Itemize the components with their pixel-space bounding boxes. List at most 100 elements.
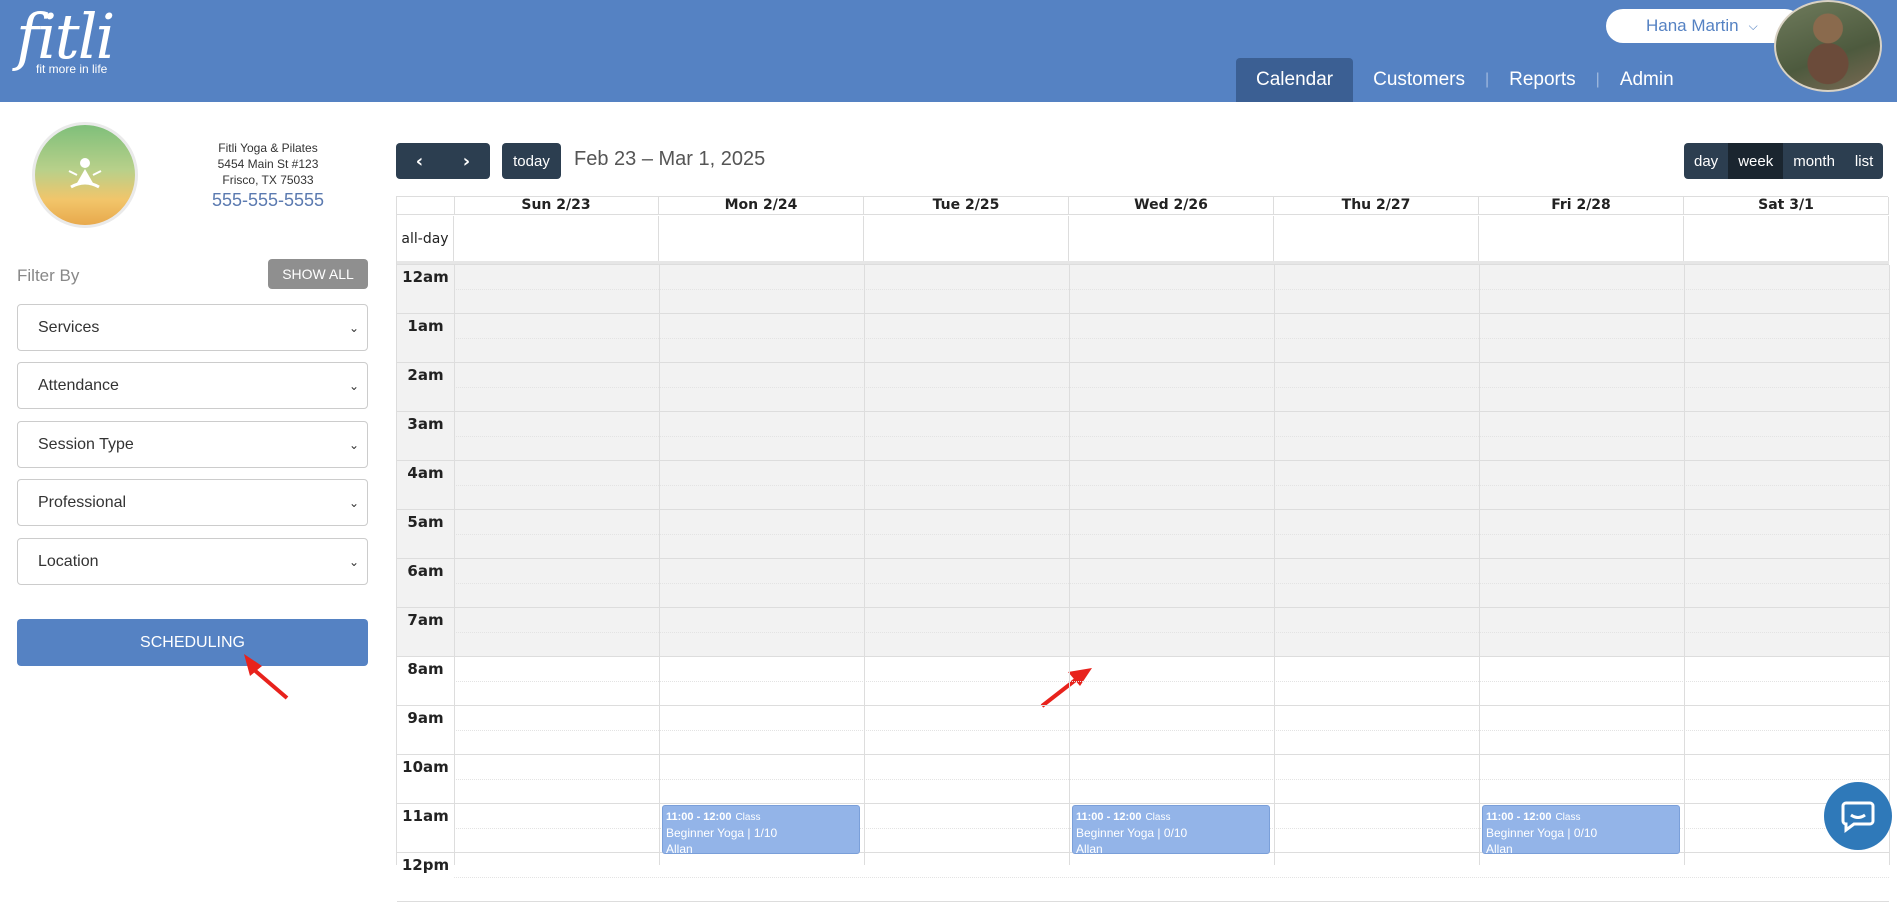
location-select[interactable]: Location ⌄: [17, 538, 368, 585]
day-header[interactable]: Tue 2/25: [864, 197, 1069, 215]
hour-row[interactable]: 9am: [397, 706, 1889, 755]
main-nav: Calendar Customers | Reports | Admin: [1236, 58, 1694, 102]
half-hour-line: [454, 436, 1889, 437]
event-time: 11:00 - 12:00: [1076, 811, 1142, 823]
all-day-cell[interactable]: [1479, 216, 1684, 261]
event-instructor: Allan: [1076, 842, 1103, 854]
select-label: Services: [38, 318, 100, 336]
day-header[interactable]: Sun 2/23: [454, 197, 659, 215]
hour-label: 2am: [407, 366, 444, 384]
hour-row[interactable]: 5am: [397, 510, 1889, 559]
day-header[interactable]: Sat 3/1: [1684, 197, 1889, 215]
view-list[interactable]: list: [1845, 143, 1883, 179]
studio-address-line1: 5454 Main St #123: [217, 157, 319, 171]
prev-next-group: ‹ ›: [396, 143, 490, 179]
logo-tagline: fit more in life: [36, 62, 108, 76]
hour-row[interactable]: 7am: [397, 608, 1889, 657]
half-hour-line: [454, 779, 1889, 780]
hour-row[interactable]: 4am: [397, 461, 1889, 510]
half-hour-line: [454, 681, 1889, 682]
scheduling-button[interactable]: SCHEDULING: [17, 619, 368, 666]
studio-info: Fitli Yoga & Pilates 5454 Main St #123 F…: [180, 140, 356, 209]
half-hour-line: [454, 877, 1889, 878]
nav-admin[interactable]: Admin: [1600, 58, 1694, 102]
user-menu[interactable]: Hana Martin ⌵: [1606, 9, 1802, 43]
all-day-cell[interactable]: [1069, 216, 1274, 261]
event-kind: Class: [735, 812, 761, 823]
hour-label: 8am: [407, 660, 444, 678]
hour-label: 6am: [407, 562, 444, 580]
class-event[interactable]: 11:00 - 12:00 Class Beginner Yoga | 1/10 Al…: [662, 805, 860, 854]
all-day-cell[interactable]: [1684, 216, 1889, 261]
hour-row[interactable]: 12am: [397, 265, 1889, 314]
all-day-cell[interactable]: [659, 216, 864, 261]
hour-row[interactable]: 12pm: [397, 853, 1889, 902]
filter-label: Filter By: [17, 266, 80, 285]
hour-row[interactable]: 8am: [397, 657, 1889, 706]
studio-phone[interactable]: 555-555-5555: [180, 191, 356, 209]
nav-customers[interactable]: Customers: [1353, 58, 1485, 102]
day-column-line: [1479, 265, 1480, 865]
all-day-cell[interactable]: [864, 216, 1069, 261]
event-title: Beginner Yoga | 1/10: [666, 826, 778, 840]
services-select[interactable]: Services ⌄: [17, 304, 368, 351]
day-header[interactable]: Wed 2/26: [1069, 197, 1274, 215]
hour-row[interactable]: 3am: [397, 412, 1889, 461]
chat-button[interactable]: [1824, 782, 1892, 850]
view-day[interactable]: day: [1684, 143, 1728, 179]
fitli-logo[interactable]: fitli fit more in life: [16, 4, 115, 77]
event-title: Beginner Yoga | 0/10: [1076, 826, 1188, 840]
day-column-line: [1684, 265, 1685, 865]
all-day-label: all-day: [397, 216, 454, 261]
professional-select[interactable]: Professional ⌄: [17, 479, 368, 526]
hour-label: 5am: [407, 513, 444, 531]
view-month[interactable]: month: [1783, 143, 1845, 179]
gutter-head: [397, 197, 455, 215]
hour-row[interactable]: 1am: [397, 314, 1889, 363]
top-bar: fitli fit more in life Hana Martin ⌵ Cal…: [0, 0, 1897, 102]
chevron-down-icon: ⌄: [348, 437, 359, 452]
hour-label: 4am: [407, 464, 444, 482]
event-time: 11:00 - 12:00: [1486, 811, 1552, 823]
chevron-left-icon[interactable]: ‹: [396, 143, 443, 179]
half-hour-line: [454, 583, 1889, 584]
chat-icon: [1841, 801, 1875, 833]
event-time: 11:00 - 12:00: [666, 811, 732, 823]
calendar-title: Feb 23 – Mar 1, 2025: [574, 148, 766, 170]
chevron-right-icon[interactable]: ›: [443, 143, 490, 179]
hour-row[interactable]: 2am: [397, 363, 1889, 412]
show-all-button[interactable]: SHOW ALL: [268, 259, 368, 289]
select-label: Attendance: [38, 376, 119, 394]
day-header[interactable]: Thu 2/27: [1274, 197, 1479, 215]
all-day-cell[interactable]: [1274, 216, 1479, 261]
view-week[interactable]: week: [1728, 143, 1784, 179]
chevron-down-icon: ⌵: [1748, 18, 1758, 33]
meditation-icon: [68, 158, 102, 189]
half-hour-line: [454, 338, 1889, 339]
avatar[interactable]: [1774, 0, 1882, 92]
chevron-down-icon: ⌄: [348, 320, 359, 335]
calendar-grid: all-day Sun 2/23 Mon 2/24 Tue 2/25 Wed 2/26…: [396, 196, 1890, 902]
day-header[interactable]: Mon 2/24: [659, 197, 864, 215]
event-kind: Class: [1555, 812, 1581, 823]
class-event[interactable]: 11:00 - 12:00 Class Beginner Yoga | 0/10 Al…: [1072, 805, 1270, 854]
day-header[interactable]: Fri 2/28: [1479, 197, 1684, 215]
hour-label: 1am: [407, 317, 444, 335]
day-column-line: [1889, 265, 1890, 865]
hour-label: 10am: [402, 758, 449, 776]
nav-calendar[interactable]: Calendar: [1236, 58, 1354, 102]
attendance-select[interactable]: Attendance ⌄: [17, 362, 368, 409]
class-event[interactable]: 11:00 - 12:00 Class Beginner Yoga | 0/10 Al…: [1482, 805, 1680, 854]
view-switcher: day week month list: [1684, 143, 1884, 179]
all-day-cell[interactable]: [454, 216, 659, 261]
hour-label: 11am: [402, 807, 449, 825]
hour-row[interactable]: 6am: [397, 559, 1889, 608]
event-kind: Class: [1145, 812, 1171, 823]
hour-label: 3am: [407, 415, 444, 433]
session-type-select[interactable]: Session Type ⌄: [17, 421, 368, 468]
nav-reports[interactable]: Reports: [1489, 58, 1596, 102]
event-title: Beginner Yoga | 0/10: [1486, 826, 1598, 840]
half-hour-line: [454, 632, 1889, 633]
hour-row[interactable]: 10am: [397, 755, 1889, 804]
today-button[interactable]: today: [502, 143, 561, 179]
